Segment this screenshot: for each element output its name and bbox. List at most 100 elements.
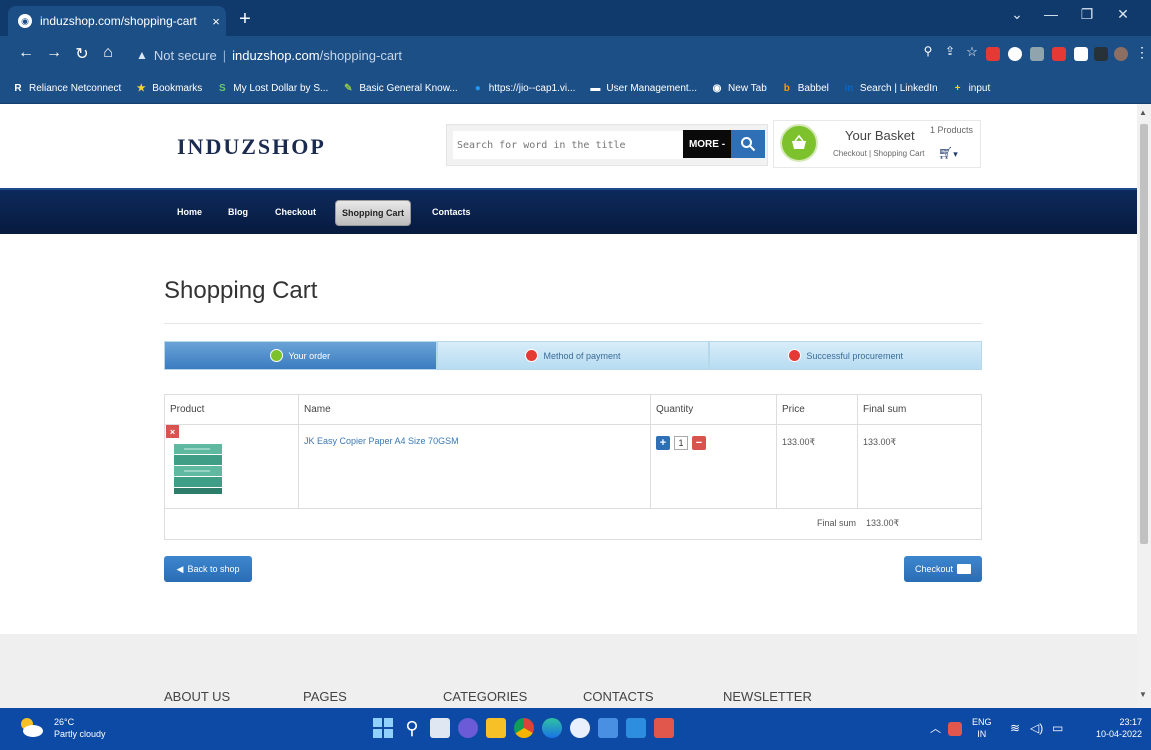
nav-shopping-cart[interactable]: Shopping Cart [335,200,411,226]
remove-item-button[interactable]: × [166,425,179,438]
address-bar[interactable]: ▲ Not secure | induzshop.com/shopping-ca… [136,42,896,68]
basket-icon[interactable] [780,124,818,162]
back-to-shop-button[interactable]: ◀︎ Back to shop [164,556,252,582]
vscode-icon[interactable] [626,718,646,738]
extensions-puzzle-icon[interactable] [1094,47,1108,61]
table-rule [164,424,982,425]
step-your-order: Your order [164,341,437,370]
lang-code: ENG [972,717,992,727]
bookmark-item[interactable]: ▬ User Management... [589,83,697,95]
quantity-input[interactable] [674,436,688,450]
chevron-down-icon[interactable]: ⌄ [1002,6,1032,23]
forward-arrow-icon[interactable]: → [44,44,64,62]
home-icon[interactable]: ⌂ [98,44,118,62]
store-icon[interactable] [598,718,618,738]
app-icon[interactable] [570,718,590,738]
step-successful-procurement: Successful procurement [709,341,983,370]
item-price: 133.00₹ [782,437,816,447]
menu-dots-icon[interactable]: ⋮ [1132,44,1151,61]
credit-card-icon [957,564,972,574]
scroll-up-icon[interactable]: ▲ [1139,108,1147,117]
search-taskbar-icon[interactable]: ⚲ [402,718,422,738]
tray-chevron-icon[interactable]: ︿ [930,720,941,736]
wifi-icon[interactable]: ≋ [1010,721,1020,735]
bookmark-item[interactable]: S My Lost Dollar by S... [216,83,328,95]
bookmark-item[interactable]: ◉ New Tab [711,83,767,95]
bookmark-item[interactable]: ✎ Basic General Know... [342,83,458,95]
bookmark-icon: ◉ [712,83,722,94]
scrollbar-thumb[interactable] [1140,124,1148,544]
col-quantity: Quantity [656,403,694,415]
bookmark-item[interactable]: R Reliance Netconnect [12,83,121,95]
nav-contacts[interactable]: Contacts [426,200,477,224]
cart-icon: 🛒︎ [938,146,954,160]
zoom-icon[interactable]: ⚲ [918,44,938,58]
battery-icon[interactable]: ▭ [1052,721,1063,735]
bookmark-item[interactable]: in Search | LinkedIn [843,83,937,95]
extension-icon[interactable] [1074,47,1088,61]
bookmark-label: New Tab [728,83,767,94]
share-icon[interactable]: ⇪ [940,44,960,58]
new-tab-button[interactable]: + [234,8,256,30]
clock[interactable]: 23:17 10-04-2022 [1080,716,1142,740]
bookmarks-bar: R Reliance Netconnect ★ Bookmarks S My Lost D… [0,74,1151,104]
profile-avatar-icon[interactable] [1114,47,1128,61]
tray-app-icon[interactable] [948,722,962,736]
restore-icon[interactable]: ❐ [1072,6,1102,23]
bookmark-icon: in [844,83,854,94]
extension-icon[interactable] [1008,47,1022,61]
volume-icon[interactable]: ◁) [1030,721,1043,735]
cart-dropdown[interactable]: 🛒︎▾ [938,146,958,160]
close-window-icon[interactable]: ✕ [1108,6,1138,23]
reload-icon[interactable]: ↻ [72,44,92,64]
weather-text[interactable]: 26°C Partly cloudy [54,716,106,740]
star-icon[interactable]: ☆ [962,44,982,60]
nav-blog[interactable]: Blog [222,200,254,224]
weather-icon[interactable] [18,716,44,738]
footer-categories: CATEGORIES [443,689,528,704]
bookmark-item[interactable]: + input [952,83,991,95]
extension-icon[interactable] [1030,47,1044,61]
region-code: IN [977,729,987,739]
edge-icon[interactable] [542,718,562,738]
xampp-icon[interactable] [654,718,674,738]
product-name-link[interactable]: JK Easy Copier Paper A4 Size 70GSM [304,436,459,446]
col-price: Price [782,403,805,415]
bookmark-item[interactable]: ★ Bookmarks [135,83,203,95]
search-button[interactable] [731,130,765,158]
quantity-plus-button[interactable]: + [656,436,670,450]
quantity-minus-button[interactable]: − [692,436,706,450]
browser-tab[interactable]: ◉ induzshop.com/shopping-cart × [8,6,226,36]
scroll-down-icon[interactable]: ▼ [1139,690,1147,699]
start-icon[interactable] [373,718,393,738]
table-rule [650,394,651,508]
back-arrow-icon[interactable]: ← [16,44,36,62]
total-value: 133.00₹ [866,518,900,528]
more-dropdown-button[interactable]: MORE - [683,130,731,158]
checkout-button[interactable]: Checkout [904,556,982,582]
site-logo[interactable]: INDUZSHOP [177,134,326,160]
basket-links[interactable]: Checkout | Shopping Cart [833,149,924,158]
product-image[interactable] [170,440,226,496]
file-explorer-icon[interactable] [486,718,506,738]
footer-about-us: ABOUT US [164,689,231,704]
step-label: Method of payment [543,350,621,361]
tab-close-icon[interactable]: × [206,14,226,29]
task-view-icon[interactable] [430,718,450,738]
date: 10-04-2022 [1095,729,1142,739]
windows-logo-icon [373,718,393,738]
extension-icon[interactable] [986,47,1000,61]
col-final-sum: Final sum [863,403,907,415]
minimize-icon[interactable]: — [1036,6,1066,22]
nav-home[interactable]: Home [171,200,208,224]
language-indicator[interactable]: ENG IN [972,716,992,740]
search-input[interactable] [453,131,683,159]
bookmark-item[interactable]: b Babbel [781,83,829,95]
page-title: Shopping Cart [164,277,318,304]
extension-icon[interactable] [1052,47,1066,61]
partly-cloudy-icon [21,718,43,737]
bookmark-item[interactable]: ● https://jio--cap1.vi... [472,83,576,95]
nav-checkout[interactable]: Checkout [269,200,322,224]
chat-icon[interactable] [458,718,478,738]
chrome-icon[interactable] [514,718,534,738]
